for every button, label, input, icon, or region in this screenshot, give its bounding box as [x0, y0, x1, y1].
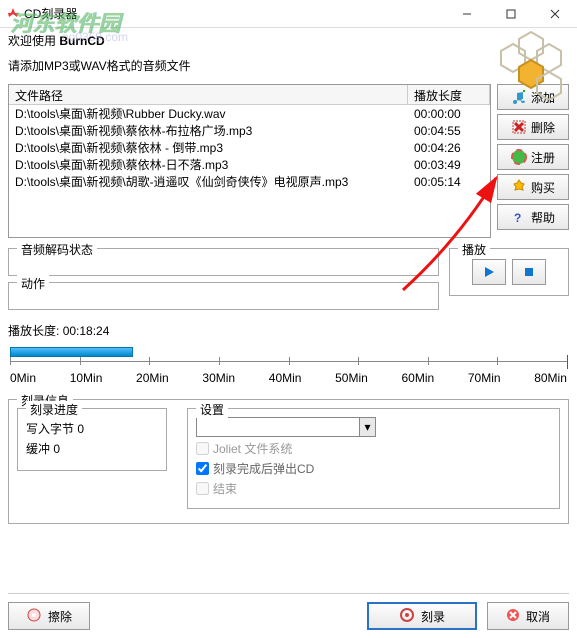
timeline-fill-bar [10, 347, 133, 357]
tick-label: 30Min [202, 371, 235, 385]
help-button[interactable]: ? 帮助 [497, 204, 569, 230]
cell-duration: 00:04:55 [408, 124, 490, 138]
tick-label: 10Min [70, 371, 103, 385]
cell-path: D:\tools\桌面\新视频\蔡依林-布拉格广场.mp3 [9, 122, 408, 139]
cell-path: D:\tools\桌面\新视频\蔡依林 - 倒带.mp3 [9, 139, 408, 156]
eject-checkbox[interactable]: 刻录完成后弹出CD [196, 460, 551, 477]
settings-group: 设置 ▾ Joliet 文件系统 刻录完成后弹出CD 结束 [187, 408, 560, 509]
delete-x-icon [511, 119, 527, 135]
playlen-value: 00:18:24 [63, 324, 110, 338]
burn-icon [399, 607, 415, 626]
file-list[interactable]: 文件路径 播放长度 D:\tools\桌面\新视频\Rubber Ducky.w… [8, 84, 491, 238]
tick-label: 70Min [468, 371, 501, 385]
table-row[interactable]: D:\tools\桌面\新视频\蔡依林-布拉格广场.mp300:04:55 [9, 122, 490, 139]
delete-button[interactable]: 删除 [497, 114, 569, 140]
tick-label: 0Min [10, 371, 36, 385]
cancel-icon [506, 608, 520, 625]
burn-info-group: 刻录信息 刻录进度 写入字节 0 缓冲 0 设置 ▾ Joliet 文件系统 刻… [8, 399, 569, 524]
register-icon [511, 149, 527, 165]
decode-action-value [15, 289, 432, 303]
drive-select[interactable]: ▾ [196, 417, 376, 437]
erase-button[interactable]: 擦除 [8, 602, 90, 630]
minimize-button[interactable] [445, 0, 489, 28]
title-bar: CD刻录器 [0, 0, 577, 28]
cell-path: D:\tools\桌面\新视频\蔡依林-日不落.mp3 [9, 156, 408, 173]
table-row[interactable]: D:\tools\桌面\新视频\Rubber Ducky.wav00:00:00 [9, 105, 490, 122]
finalize-checkbox: 结束 [196, 480, 551, 497]
decode-action-group: 动作 [8, 282, 439, 310]
buy-icon [511, 179, 527, 195]
chevron-down-icon: ▾ [359, 418, 375, 436]
close-button[interactable] [533, 0, 577, 28]
window-title: CD刻录器 [24, 5, 445, 22]
table-row[interactable]: D:\tools\桌面\新视频\胡歌-逍遥叹《仙剑奇侠传》电视原声.mp300:… [9, 173, 490, 190]
decode-status-label: 音频解码状态 [17, 241, 97, 258]
burn-button[interactable]: 刻录 [367, 602, 477, 630]
cell-path: D:\tools\桌面\新视频\Rubber Ducky.wav [9, 105, 408, 122]
joliet-checkbox: Joliet 文件系统 [196, 440, 551, 457]
tick-label: 60Min [401, 371, 434, 385]
playlen-label: 播放长度: [8, 324, 59, 338]
hexagon-decoration-icon [491, 30, 571, 100]
burn-progress-title: 刻录进度 [26, 401, 82, 418]
table-row[interactable]: D:\tools\桌面\新视频\蔡依林 - 倒带.mp300:04:26 [9, 139, 490, 156]
svg-text:?: ? [514, 211, 521, 225]
tick-label: 80Min [534, 371, 567, 385]
cell-duration: 00:04:26 [408, 141, 490, 155]
tick-label: 20Min [136, 371, 169, 385]
buffer-label: 缓冲 [26, 442, 50, 456]
decode-status-group: 音频解码状态 [8, 248, 439, 276]
play-group: 播放 [449, 248, 569, 296]
playback-length-row: 播放长度: 00:18:24 [8, 322, 569, 339]
timeline-track [10, 357, 567, 369]
erase-icon [26, 607, 42, 626]
write-bytes-label: 写入字节 [26, 422, 74, 436]
tick-label: 40Min [269, 371, 302, 385]
cell-duration: 00:03:49 [408, 158, 490, 172]
settings-label: 设置 [196, 401, 228, 418]
cell-duration: 00:00:00 [408, 107, 490, 121]
cell-duration: 00:05:14 [408, 175, 490, 189]
cell-path: D:\tools\桌面\新视频\胡歌-逍遥叹《仙剑奇侠传》电视原声.mp3 [9, 173, 408, 190]
col-duration-header[interactable]: 播放长度 [408, 85, 490, 104]
welcome-appname: BurnCD [59, 34, 104, 48]
welcome-prefix: 欢迎使用 [8, 34, 59, 48]
buy-button[interactable]: 购买 [497, 174, 569, 200]
stop-button[interactable] [512, 259, 546, 285]
play-label: 播放 [458, 241, 490, 258]
buffer-value: 0 [53, 442, 60, 456]
register-button[interactable]: 注册 [497, 144, 569, 170]
footer: 擦除 刻录 取消 [8, 593, 569, 630]
play-button[interactable] [472, 259, 506, 285]
burn-progress-group: 刻录进度 写入字节 0 缓冲 0 [17, 408, 167, 471]
list-header: 文件路径 播放长度 [9, 85, 490, 105]
decode-action-label: 动作 [17, 275, 49, 292]
cancel-button[interactable]: 取消 [487, 602, 569, 630]
hint-text: 请添加MP3或WAV格式的音频文件 [8, 57, 191, 74]
col-path-header[interactable]: 文件路径 [9, 85, 408, 104]
timeline: 0Min 10Min 20Min 30Min 40Min 50Min 60Min 70Min 8… [8, 343, 569, 385]
maximize-button[interactable] [489, 0, 533, 28]
table-row[interactable]: D:\tools\桌面\新视频\蔡依林-日不落.mp300:03:49 [9, 156, 490, 173]
write-bytes-value: 0 [77, 422, 84, 436]
tick-label: 50Min [335, 371, 368, 385]
help-icon: ? [511, 209, 527, 225]
app-icon [6, 7, 20, 21]
